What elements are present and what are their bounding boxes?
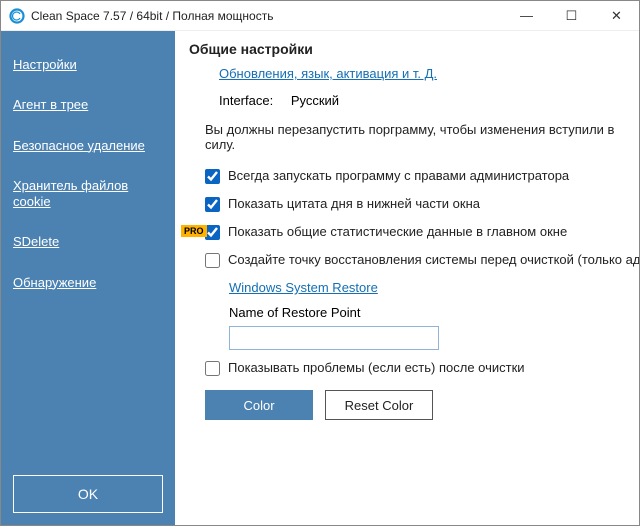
opt-admin-label: Всегда запускать программу с правами адм… xyxy=(228,168,569,183)
page-heading: Общие настройки xyxy=(189,41,625,57)
color-button[interactable]: Color xyxy=(205,390,313,420)
opt-admin[interactable]: Всегда запускать программу с правами адм… xyxy=(189,168,625,184)
interface-label: Interface: xyxy=(219,93,273,108)
reset-color-button[interactable]: Reset Color xyxy=(325,390,433,420)
checkbox-restore[interactable] xyxy=(205,253,220,268)
maximize-icon: ☐ xyxy=(566,8,578,24)
opt-problems[interactable]: Показывать проблемы (если есть) после оч… xyxy=(189,360,625,376)
opt-quote[interactable]: Показать цитата дня в нижней части окна xyxy=(189,196,625,212)
restore-name-label: Name of Restore Point xyxy=(229,305,625,320)
minimize-button[interactable]: — xyxy=(504,1,549,31)
wsr-link[interactable]: Windows System Restore xyxy=(229,280,378,295)
opt-restore[interactable]: Создайте точку восстановления системы пе… xyxy=(189,252,625,268)
window-title: Clean Space 7.57 / 64bit / Полная мощнос… xyxy=(31,9,504,23)
checkbox-problems[interactable] xyxy=(205,361,220,376)
sidebar-item-sdelete[interactable]: SDelete xyxy=(1,222,175,262)
checkbox-admin[interactable] xyxy=(205,169,220,184)
titlebar: Clean Space 7.57 / 64bit / Полная мощнос… xyxy=(1,1,639,31)
interface-value: Русский xyxy=(291,93,339,108)
minimize-icon: — xyxy=(520,8,533,23)
maximize-button[interactable]: ☐ xyxy=(549,1,594,31)
pro-badge: PRO xyxy=(181,225,207,237)
main-panel: Общие настройки Обновления, язык, актива… xyxy=(175,31,639,525)
sidebar: Настройки Агент в трее Безопасное удален… xyxy=(1,31,175,525)
updates-link[interactable]: Обновления, язык, активация и т. Д. xyxy=(219,66,437,81)
opt-restore-label: Создайте точку восстановления системы пе… xyxy=(228,252,639,267)
app-icon xyxy=(9,8,25,24)
opt-stats[interactable]: PRO Показать общие статистические данные… xyxy=(189,224,625,240)
checkbox-quote[interactable] xyxy=(205,197,220,212)
sidebar-item-agent[interactable]: Агент в трее xyxy=(1,85,175,125)
restore-name-input[interactable] xyxy=(229,326,439,350)
sidebar-item-secure-delete[interactable]: Безопасное удаление xyxy=(1,126,175,166)
close-icon: ✕ xyxy=(611,8,622,24)
restart-note: Вы должны перезапустить порграмму, чтобы… xyxy=(205,122,625,152)
sidebar-item-cookie-keeper[interactable]: Хранитель файлов cookie xyxy=(1,166,175,223)
ok-button[interactable]: OK xyxy=(13,475,163,513)
sidebar-item-settings[interactable]: Настройки xyxy=(1,45,175,85)
opt-quote-label: Показать цитата дня в нижней части окна xyxy=(228,196,480,211)
close-button[interactable]: ✕ xyxy=(594,1,639,31)
checkbox-stats[interactable] xyxy=(205,225,220,240)
opt-problems-label: Показывать проблемы (если есть) после оч… xyxy=(228,360,525,375)
opt-stats-label: Показать общие статистические данные в г… xyxy=(228,224,567,239)
sidebar-item-detection[interactable]: Обнаружение xyxy=(1,263,175,303)
